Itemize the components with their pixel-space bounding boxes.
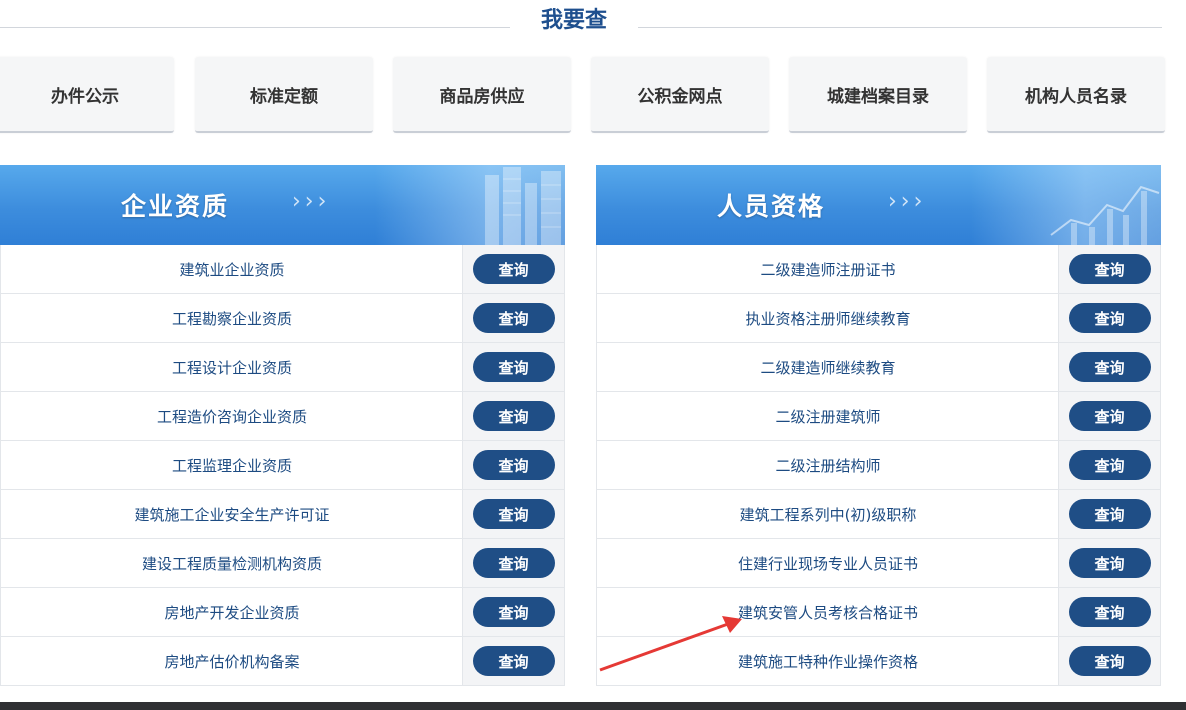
item-link[interactable]: 工程监理企业资质 bbox=[1, 441, 463, 489]
query-button[interactable]: 查询 bbox=[472, 254, 555, 284]
panel-personnel-qualification: 人员资格 ››› 二级建造师注册证书 查询 执业资格注册师继续教育 查询 二级建造师… bbox=[596, 165, 1161, 686]
personnel-list: 二级建造师注册证书 查询 执业资格注册师继续教育 查询 二级建造师继续教育 查询 二级… bbox=[596, 245, 1161, 686]
list-item: 工程监理企业资质 查询 bbox=[1, 441, 564, 490]
item-link[interactable]: 工程造价咨询企业资质 bbox=[1, 392, 463, 440]
quick-links: 办件公示 标准定额 商品房供应 公积金网点 城建档案目录 机构人员名录 bbox=[0, 57, 1186, 134]
query-button[interactable]: 查询 bbox=[1068, 597, 1151, 627]
enterprise-list: 建筑业企业资质 查询 工程勘察企业资质 查询 工程设计企业资质 查询 工程造价咨询企业… bbox=[0, 245, 565, 686]
query-button[interactable]: 查询 bbox=[472, 401, 555, 431]
section-title: 我要查 bbox=[540, 8, 607, 33]
section-heading: 我要查 bbox=[0, 0, 1186, 44]
list-item: 住建行业现场专业人员证书 查询 bbox=[597, 539, 1160, 588]
list-item: 建设工程质量检测机构资质 查询 bbox=[1, 539, 564, 588]
query-button[interactable]: 查询 bbox=[472, 646, 555, 676]
query-button[interactable]: 查询 bbox=[1068, 254, 1151, 284]
list-item: 房地产开发企业资质 查询 bbox=[1, 588, 564, 637]
list-item: 二级建造师继续教育 查询 bbox=[597, 343, 1160, 392]
query-button[interactable]: 查询 bbox=[472, 597, 555, 627]
item-link[interactable]: 建筑施工特种作业操作资格 bbox=[597, 637, 1059, 685]
item-link[interactable]: 房地产开发企业资质 bbox=[1, 588, 463, 636]
item-link[interactable]: 二级注册建筑师 bbox=[597, 392, 1059, 440]
query-button[interactable]: 查询 bbox=[472, 450, 555, 480]
quick-link-chengjian[interactable]: 城建档案目录 bbox=[789, 57, 967, 133]
quick-link-gongjijin[interactable]: 公积金网点 bbox=[591, 57, 769, 133]
list-item: 二级注册结构师 查询 bbox=[597, 441, 1160, 490]
query-button[interactable]: 查询 bbox=[1068, 499, 1151, 529]
query-button[interactable]: 查询 bbox=[1068, 352, 1151, 382]
item-link[interactable]: 二级建造师继续教育 bbox=[597, 343, 1059, 391]
quick-link-banjian[interactable]: 办件公示 bbox=[0, 57, 174, 133]
item-link[interactable]: 住建行业现场专业人员证书 bbox=[597, 539, 1059, 587]
item-link[interactable]: 建筑安管人员考核合格证书 bbox=[597, 588, 1059, 636]
query-button[interactable]: 查询 bbox=[1068, 548, 1151, 578]
item-link[interactable]: 工程设计企业资质 bbox=[1, 343, 463, 391]
item-link[interactable]: 建筑工程系列中(初)级职称 bbox=[597, 490, 1059, 538]
item-link[interactable]: 房地产估价机构备案 bbox=[1, 637, 463, 685]
query-button[interactable]: 查询 bbox=[472, 499, 555, 529]
panel-banner: 企业资质 ››› bbox=[0, 165, 565, 245]
list-item: 二级注册建筑师 查询 bbox=[597, 392, 1160, 441]
list-item: 工程设计企业资质 查询 bbox=[1, 343, 564, 392]
query-button[interactable]: 查询 bbox=[1068, 450, 1151, 480]
query-button[interactable]: 查询 bbox=[472, 548, 555, 578]
query-button[interactable]: 查询 bbox=[472, 352, 555, 382]
heading-divider-left bbox=[0, 27, 510, 28]
list-item: 房地产估价机构备案 查询 bbox=[1, 637, 564, 686]
item-link[interactable]: 二级注册结构师 bbox=[597, 441, 1059, 489]
footer-bar bbox=[0, 702, 1186, 710]
item-link[interactable]: 建筑业企业资质 bbox=[1, 245, 463, 293]
list-item: 建筑业企业资质 查询 bbox=[1, 245, 564, 294]
chevrons-icon: ››› bbox=[888, 189, 927, 214]
query-button[interactable]: 查询 bbox=[1068, 303, 1151, 333]
list-item: 建筑安管人员考核合格证书 查询 bbox=[597, 588, 1160, 637]
list-item: 二级建造师注册证书 查询 bbox=[597, 245, 1160, 294]
panel-banner: 人员资格 ››› bbox=[596, 165, 1161, 245]
quick-link-shangpinfang[interactable]: 商品房供应 bbox=[393, 57, 571, 133]
item-link[interactable]: 二级建造师注册证书 bbox=[597, 245, 1059, 293]
list-item: 工程勘察企业资质 查询 bbox=[1, 294, 564, 343]
item-link[interactable]: 执业资格注册师继续教育 bbox=[597, 294, 1059, 342]
list-item: 执业资格注册师继续教育 查询 bbox=[597, 294, 1160, 343]
list-item: 建筑施工企业安全生产许可证 查询 bbox=[1, 490, 564, 539]
list-item: 建筑工程系列中(初)级职称 查询 bbox=[597, 490, 1160, 539]
chevrons-icon: ››› bbox=[292, 189, 331, 214]
item-link[interactable]: 建筑施工企业安全生产许可证 bbox=[1, 490, 463, 538]
query-button[interactable]: 查询 bbox=[1068, 401, 1151, 431]
item-link[interactable]: 建设工程质量检测机构资质 bbox=[1, 539, 463, 587]
panel-enterprise-qualification: 企业资质 ››› 建筑业企业资质 查询 工程勘察企业资质 查询 工程设计企业资质 查询… bbox=[0, 165, 565, 686]
query-button[interactable]: 查询 bbox=[472, 303, 555, 333]
query-button[interactable]: 查询 bbox=[1068, 646, 1151, 676]
list-item: 建筑施工特种作业操作资格 查询 bbox=[597, 637, 1160, 686]
banner-decoration-left bbox=[375, 165, 565, 245]
quick-link-jigou[interactable]: 机构人员名录 bbox=[987, 57, 1165, 133]
quick-link-biaozhun[interactable]: 标准定额 bbox=[195, 57, 373, 133]
item-link[interactable]: 工程勘察企业资质 bbox=[1, 294, 463, 342]
heading-divider-right bbox=[638, 27, 1162, 28]
banner-decoration-right bbox=[971, 165, 1161, 245]
list-item: 工程造价咨询企业资质 查询 bbox=[1, 392, 564, 441]
